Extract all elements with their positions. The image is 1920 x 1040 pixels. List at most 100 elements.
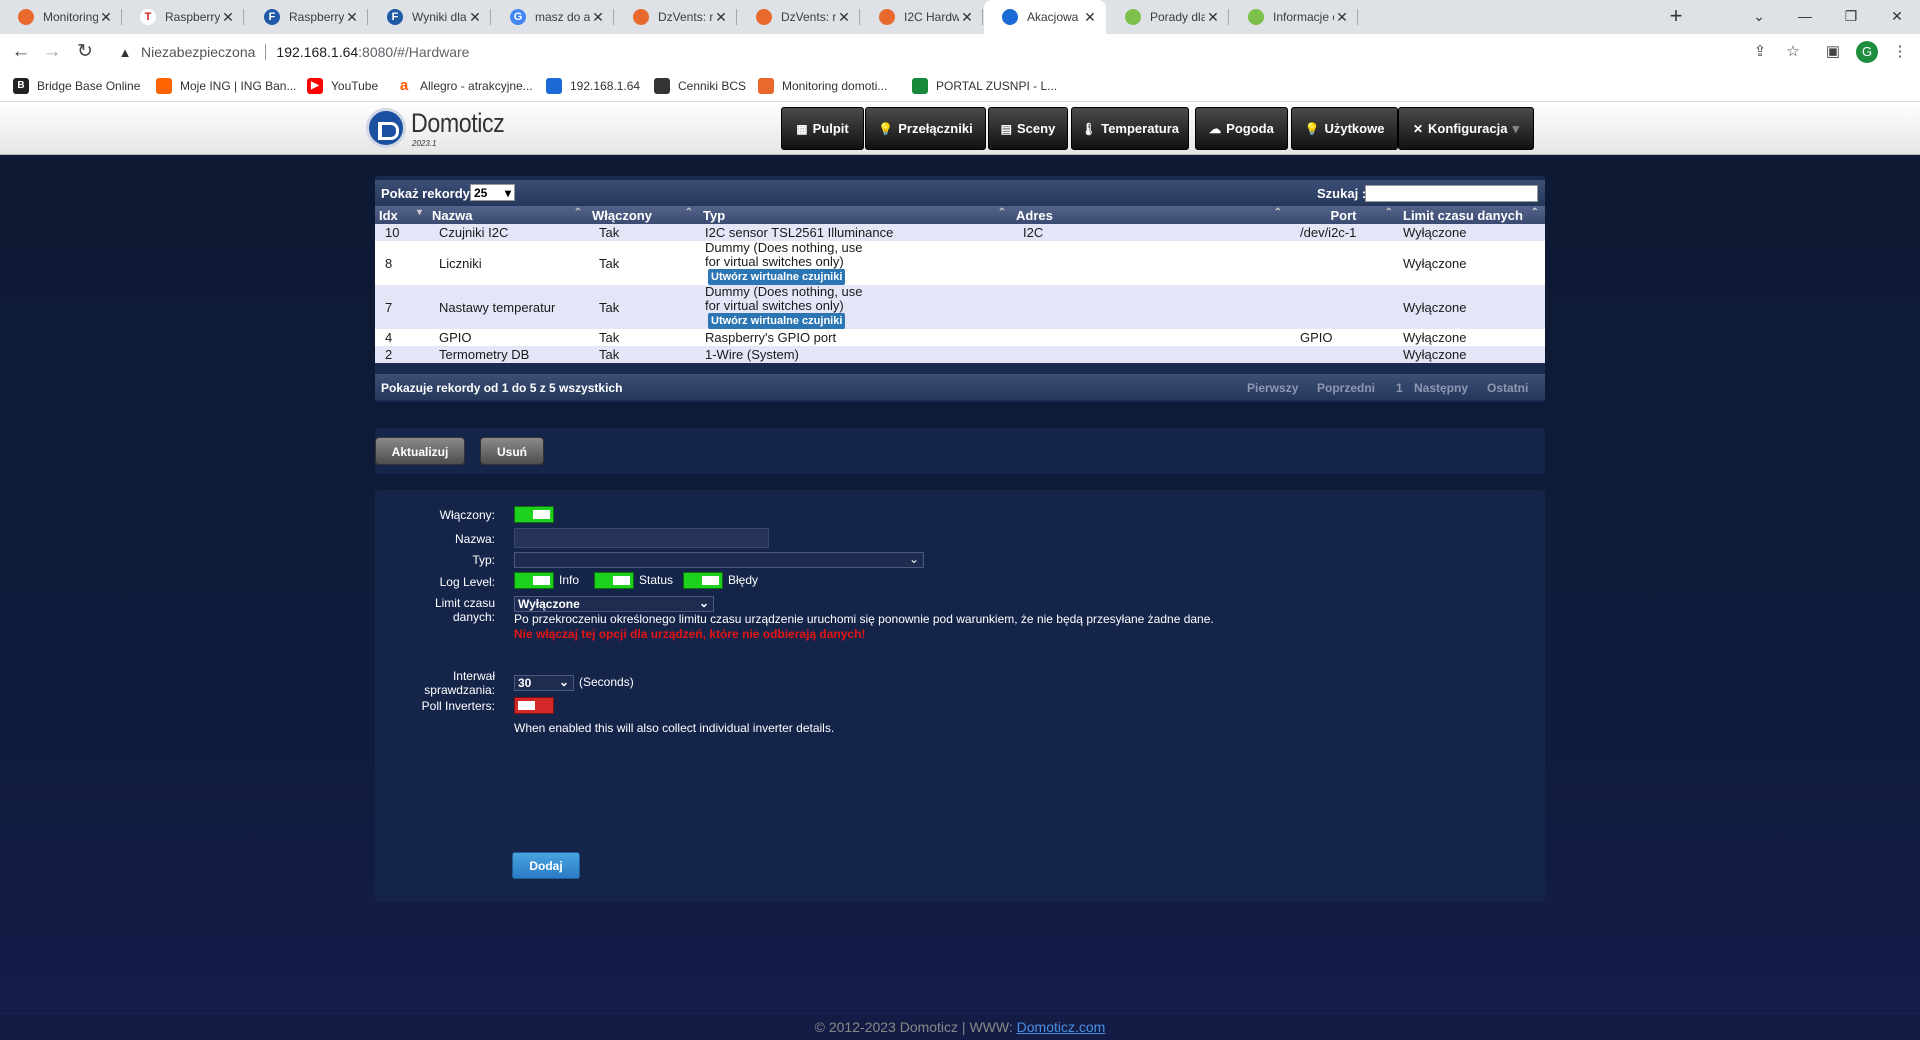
log-info-toggle[interactable] [514,572,554,589]
facebook-icon: F [264,9,280,25]
records-per-page-select[interactable]: 25 [470,184,515,202]
page-number-button[interactable]: 1 [1396,381,1403,395]
close-tab-icon[interactable]: ✕ [1205,9,1221,26]
log-status-toggle[interactable] [594,572,634,589]
tab-title: DzVents: next g [781,10,836,24]
hardware-form-panel: Włączony: Nazwa: Typ: ⌄ Log Level: Info … [375,490,1545,902]
menu-kebab-icon[interactable]: ⋮ [1891,43,1909,61]
poll-toggle[interactable] [514,697,554,714]
close-window-button[interactable]: ✕ [1874,0,1920,34]
create-virtual-sensors-button[interactable]: Utwórz wirtualne czujniki [708,269,846,285]
search-input[interactable] [1365,185,1538,202]
domoticz-logo-icon[interactable] [366,108,406,148]
add-button[interactable]: Dodaj [512,852,580,879]
bookmark-item[interactable]: ▶ YouTube [307,70,378,102]
interval-unit: (Seconds) [579,675,634,689]
new-tab-button[interactable]: + [1662,3,1690,31]
column-header[interactable]: Port ⌃ [1288,206,1399,224]
address-bar[interactable]: ▲ Niezabezpieczona 192.168.1.64 :8080/#/… [109,38,1799,66]
bookmark-item[interactable]: Monitoring domoti... [758,70,887,102]
browser-tab[interactable]: DzVents: next g✕ [615,0,737,34]
nav-scenes-button[interactable]: ▤ Sceny [988,107,1068,150]
column-header[interactable]: Limit czasu danych ⌃ [1399,206,1545,224]
restore-button[interactable]: ❐ [1828,0,1874,34]
bookmark-label: Bridge Base Online [37,79,141,93]
browser-tab[interactable]: Porady dla pocz✕ [1107,0,1229,34]
page-first-button[interactable]: Pierwszy [1247,381,1298,395]
name-input[interactable] [514,528,769,548]
share-icon[interactable]: ⇪ [1751,43,1769,61]
browser-tab[interactable]: Akacjowa 13✕ [984,0,1106,34]
bookmark-item[interactable]: Moje ING | ING Ban... [156,70,296,102]
column-header[interactable]: Adres ⌃ [1012,206,1288,224]
close-tab-icon[interactable]: ✕ [713,9,729,26]
table-header-row: Idx ▾ Nazwa ⌃ Włączony ⌃ Typ ⌃ Adres ⌃ Port ⌃ Limit … [375,206,1545,224]
nav-weather-button[interactable]: ☁ Pogoda [1195,107,1288,150]
browser-tab[interactable]: Informacje ogól✕ [1230,0,1358,34]
bookmark-item[interactable]: a Allegro - atrakcyjne... [396,70,533,102]
bookmark-star-icon[interactable]: ☆ [1784,43,1802,61]
nav-label: Temperatura [1101,121,1180,136]
bookmark-item[interactable]: PORTAL ZUSNPI - L... [912,70,1057,102]
type-select[interactable]: ⌄ [514,552,924,568]
interval-label-line1: Interwał [452,669,495,683]
domoticz-icon [756,9,772,25]
column-header[interactable]: Włączony ⌃ [588,206,699,224]
browser-tab[interactable]: F Raspberry Pi - c✕ [246,0,368,34]
close-tab-icon[interactable]: ✕ [467,9,483,26]
nav-bulb-button[interactable]: 💡 Przełączniki [865,107,986,150]
side-panel-icon[interactable]: ▣ [1824,43,1842,61]
table-cell [1288,346,1399,363]
nav-dashboard-button[interactable]: ▦ Pulpit [781,107,864,150]
close-tab-icon[interactable]: ✕ [836,9,852,26]
tab-title: I2C Hardware - [904,10,959,24]
table-row[interactable]: 8 Liczniki Tak Dummy (Does nothing, use for… [375,241,1545,285]
forward-icon[interactable]: → [40,41,64,63]
page-next-button[interactable]: Następny [1414,381,1468,395]
profile-avatar[interactable]: G [1856,41,1878,63]
timeout-label-line1: Limit czasu [434,596,495,610]
page-last-button[interactable]: Ostatni [1487,381,1528,395]
column-header[interactable]: Typ ⌃ [699,206,1012,224]
nav-wrench-button[interactable]: ✕ Konfiguracja ▾ [1398,107,1534,150]
column-header[interactable]: Idx ▾ [375,206,428,224]
log-errors-toggle[interactable] [683,572,723,589]
close-tab-icon[interactable]: ✕ [959,9,975,26]
back-icon[interactable]: ← [9,41,33,63]
browser-tab[interactable]: T Raspberry Pi GP✕ [122,0,244,34]
update-button[interactable]: Aktualizuj [375,437,465,465]
minimize-button[interactable]: — [1782,0,1828,34]
close-tab-icon[interactable]: ✕ [344,9,360,26]
bookmark-item[interactable]: Cenniki BCS [654,70,746,102]
interval-select[interactable]: 30 ⌄ [514,675,574,691]
browser-tab[interactable]: DzVents: next g✕ [738,0,860,34]
page-prev-button[interactable]: Poprzedni [1317,381,1375,395]
tab-search-icon[interactable]: ⌄ [1736,0,1782,34]
reload-icon[interactable]: ↻ [73,41,97,63]
enabled-toggle[interactable] [514,506,554,523]
browser-tab[interactable]: Gmasz do anten s✕ [492,0,614,34]
column-header[interactable]: Nazwa ⌃ [428,206,588,224]
footer-link[interactable]: Domoticz.com [1017,1019,1106,1035]
table-row[interactable]: 4 GPIO Tak Raspberry's GPIO port GPIO Wyłączo… [375,329,1545,346]
browser-tab[interactable]: F Wyniki dla: i2c -✕ [369,0,491,34]
browser-tab[interactable]: Monitoring dom✕ [0,0,122,34]
table-row[interactable]: 7 Nastawy temperatur Tak Dummy (Does nothin… [375,285,1545,329]
table-row[interactable]: 10 Czujniki I2C Tak I2C sensor TSL2561 Illu… [375,224,1545,241]
bookmark-item[interactable]: B Bridge Base Online [13,70,140,102]
close-tab-icon[interactable]: ✕ [98,9,114,26]
nav-thermometer-button[interactable]: 🌡 Temperatura [1071,107,1189,150]
delete-button[interactable]: Usuń [480,437,544,465]
nav-utility-button[interactable]: 💡 Użytkowe [1291,107,1398,150]
create-virtual-sensors-button[interactable]: Utwórz wirtualne czujniki [708,313,846,329]
timeout-select[interactable]: Wyłączone ⌄ [514,596,714,612]
bookmark-item[interactable]: 192.168.1.64 [546,70,640,102]
table-row[interactable]: 2 Termometry DB Tak 1-Wire (System) Wyłączon… [375,346,1545,363]
bookmark-label: PORTAL ZUSNPI - L... [936,79,1058,93]
close-tab-icon[interactable]: ✕ [1334,9,1350,26]
close-tab-icon[interactable]: ✕ [590,9,606,26]
close-tab-icon[interactable]: ✕ [1082,9,1098,26]
close-tab-icon[interactable]: ✕ [220,9,236,26]
table-cell: Wyłączone [1399,329,1545,346]
browser-tab[interactable]: I2C Hardware -✕ [861,0,983,34]
